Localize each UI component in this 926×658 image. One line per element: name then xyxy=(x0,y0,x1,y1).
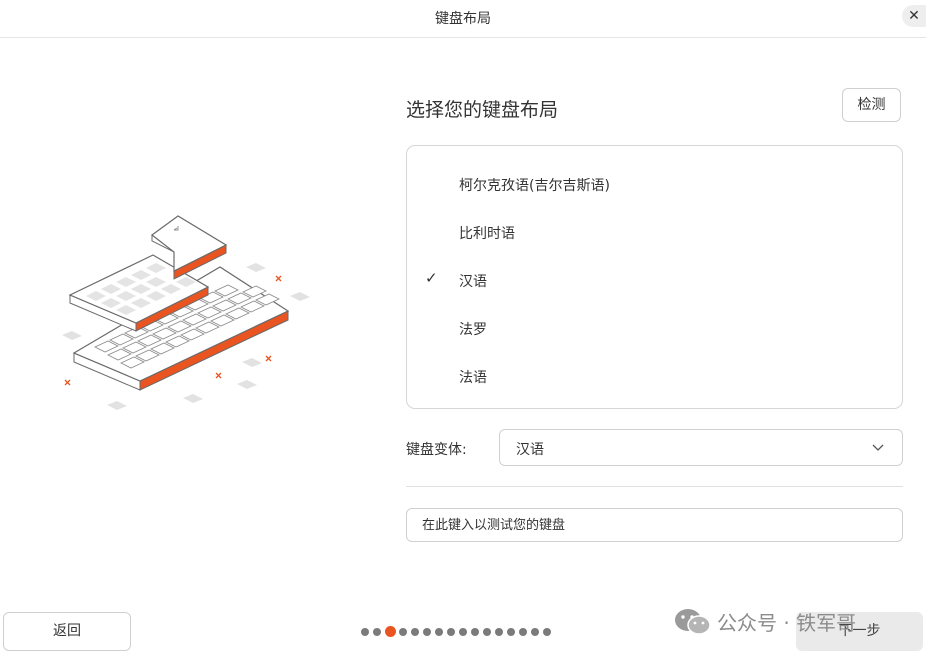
step-dot xyxy=(361,628,369,636)
variant-label: 键盘变体: xyxy=(406,442,467,458)
list-item[interactable]: 柯尔克孜语(吉尔吉斯语) xyxy=(407,170,902,200)
step-dot xyxy=(423,628,431,636)
step-dot xyxy=(411,628,419,636)
step-dot xyxy=(495,628,503,636)
layout-list[interactable]: 柯尔克孜语(吉尔吉斯语) 比利时语 ✓ 汉语 法罗 法语 xyxy=(406,145,903,409)
keyboard-test-input[interactable] xyxy=(406,508,903,542)
list-item[interactable]: 法语 xyxy=(407,362,902,392)
list-item-label: 比利时语 xyxy=(459,226,515,242)
step-dot xyxy=(373,628,381,636)
title-bar: 键盘布局 ✕ xyxy=(0,0,926,38)
step-dot-active xyxy=(385,626,396,637)
step-dot xyxy=(483,628,491,636)
list-item[interactable]: 比利时语 xyxy=(407,218,902,248)
variant-value: 汉语 xyxy=(516,442,544,458)
step-dot xyxy=(531,628,539,636)
divider xyxy=(406,486,903,487)
chevron-down-icon xyxy=(872,444,884,451)
checkmark-icon: ✓ xyxy=(425,269,438,287)
page-heading: 选择您的键盘布局 xyxy=(406,99,559,121)
step-dot xyxy=(399,628,407,636)
step-dot xyxy=(447,628,455,636)
step-dot xyxy=(519,628,527,636)
step-dot xyxy=(471,628,479,636)
list-item-label: 汉语 xyxy=(459,274,487,290)
variant-select[interactable]: 汉语 xyxy=(499,429,903,466)
detect-button[interactable]: 检测 xyxy=(842,88,901,122)
list-item-label: 法罗 xyxy=(459,322,487,338)
step-dot xyxy=(507,628,515,636)
wechat-icon xyxy=(675,609,711,635)
close-icon: ✕ xyxy=(908,8,920,24)
close-button[interactable]: ✕ xyxy=(902,5,926,27)
list-item-label: 柯尔克孜语(吉尔吉斯语) xyxy=(459,178,610,194)
keyboard-illustration xyxy=(62,215,310,410)
back-button[interactable]: 返回 xyxy=(3,612,131,651)
list-item[interactable]: ✓ 汉语 xyxy=(407,266,902,296)
step-dot xyxy=(435,628,443,636)
step-dot xyxy=(543,628,551,636)
step-indicator xyxy=(361,626,555,637)
list-item[interactable]: 法罗 xyxy=(407,314,902,344)
list-item-label: 法语 xyxy=(459,370,487,386)
step-dot xyxy=(459,628,467,636)
watermark-text: 公众号 · 铁军哥 xyxy=(717,611,857,635)
window-title: 键盘布局 xyxy=(435,11,491,27)
